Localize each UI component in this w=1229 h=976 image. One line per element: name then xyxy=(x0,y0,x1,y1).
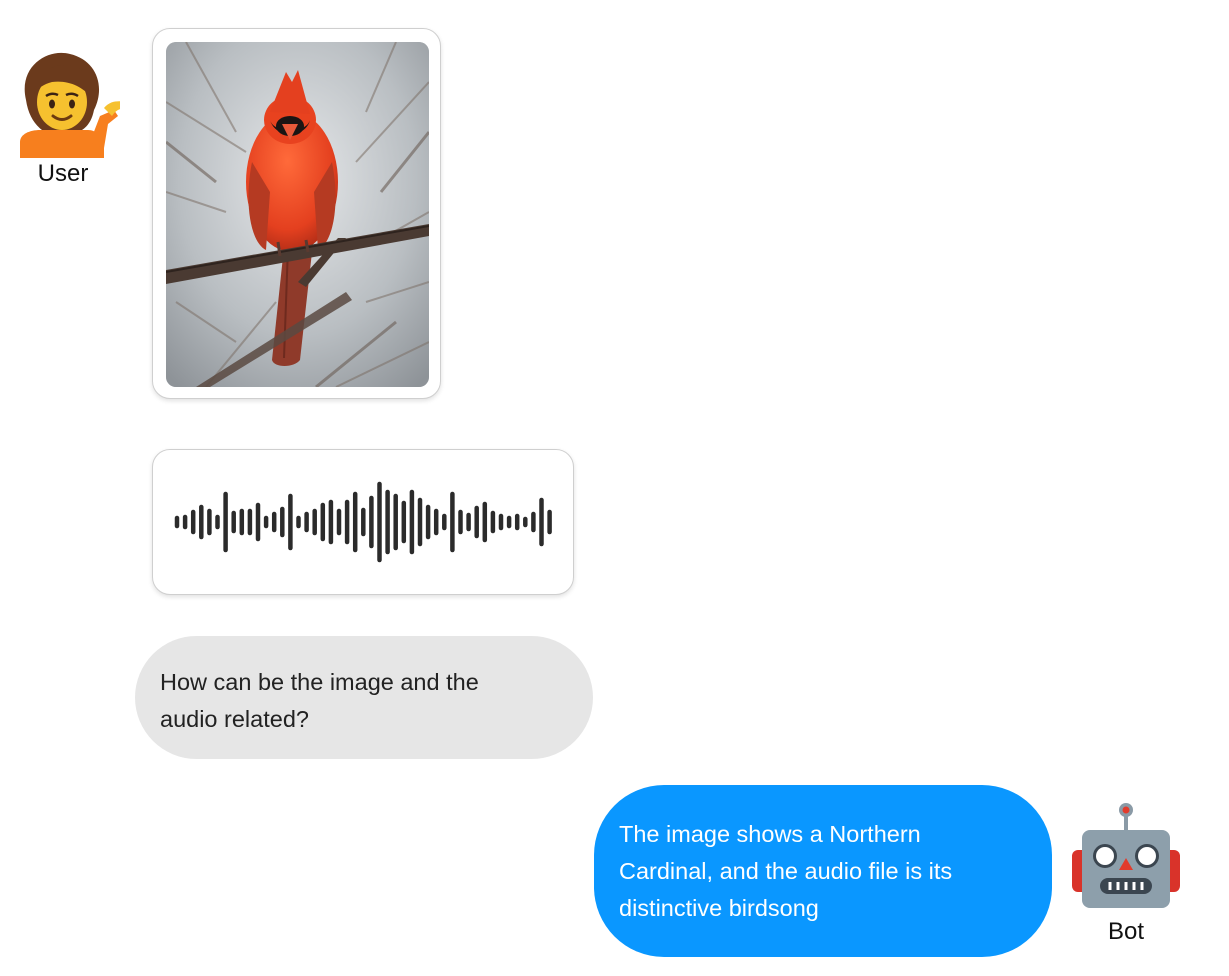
user-message-text: How can be the image and the audio relat… xyxy=(160,669,479,732)
bot-message-bubble: The image shows a Northern Cardinal, and… xyxy=(594,785,1052,957)
image-message[interactable] xyxy=(152,28,441,399)
northern-cardinal-photo[interactable] xyxy=(166,42,429,387)
audio-waveform-icon[interactable] xyxy=(171,478,555,566)
user-label: User xyxy=(37,160,89,187)
bot-message-text: The image shows a Northern Cardinal, and… xyxy=(619,821,953,921)
person-tipping-hand-icon xyxy=(8,46,120,158)
bot-label: Bot xyxy=(1107,918,1145,945)
user-avatar: User xyxy=(8,46,120,188)
audio-message[interactable] xyxy=(152,449,574,595)
user-message-bubble: How can be the image and the audio relat… xyxy=(135,636,593,759)
bot-avatar: Bot xyxy=(1068,800,1184,946)
robot-icon xyxy=(1068,800,1184,916)
